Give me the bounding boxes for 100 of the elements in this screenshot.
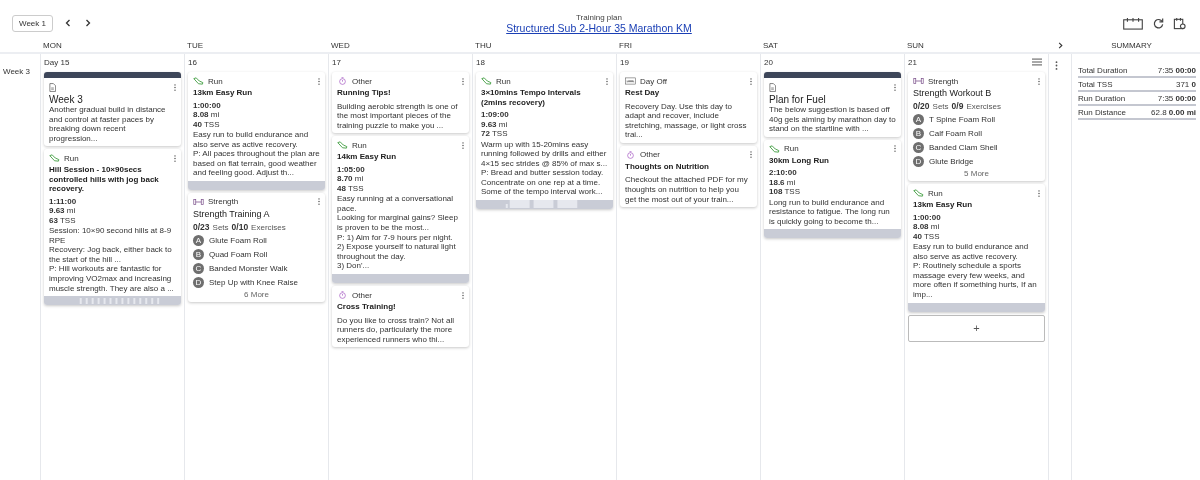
exercise-name: Glute Bridge <box>929 157 974 166</box>
chevron-right-icon[interactable] <box>1056 40 1065 50</box>
workout-type: Other <box>640 150 660 160</box>
workout-title: Cross Training! <box>337 302 397 312</box>
workout-description: 3) Don'... <box>337 261 371 272</box>
note-card[interactable]: Week 3 Another gradual build in distance and control at faster paces by breaking down recent progression... <box>44 72 181 146</box>
day-date: 19 <box>620 57 629 67</box>
distance-value: 9.63 <box>481 119 497 129</box>
summary-label: Total TSS <box>1078 80 1113 89</box>
shoe-icon <box>481 77 492 85</box>
workout-card[interactable]: Strength Strength Training A 0/23 Sets 0/10 Exercises A Glute Foam Roll B Quad Foam Roll C Banded Monster Walk D Step Up with Knee Raise 6 More <box>188 192 325 302</box>
workout-description: Easy running at a conversational pace. <box>337 194 455 214</box>
note-card[interactable]: Plan for Fuel The below suggestion is based off 40g gels aiming by marathon day to stand on the startline with ... <box>764 72 901 137</box>
workout-title: Strength Training A <box>193 208 271 219</box>
add-workout-button[interactable]: + <box>908 314 1045 342</box>
workout-card[interactable] <box>476 72 613 210</box>
workout-description: Easy run to build endurance and also serve as active recovery. <box>913 242 1030 262</box>
exercise-letter: C <box>193 262 204 274</box>
workout-description: Checkout the attached PDF for my thoughts on nutrition to help you get the most out of your train... <box>625 175 749 205</box>
workout-title: 30km Long Run <box>769 155 830 165</box>
workout-type: Run <box>352 140 367 150</box>
sets-count: 0/20 <box>913 101 930 111</box>
day-date: Day 15 <box>44 57 70 67</box>
day-heading: THU <box>474 40 493 50</box>
summary-heading: SUMMARY <box>1110 40 1153 50</box>
summary-label: Run Duration <box>1078 94 1126 103</box>
workout-description: P: Hill workouts are fantastic for improving VO2max and increasing muscle strength. They are also a ... <box>49 264 175 294</box>
workout-card[interactable] <box>44 149 181 306</box>
exercise-name: Step Up with Knee Raise <box>209 277 298 287</box>
summary-label: Total Duration <box>1078 66 1128 75</box>
tss-unit: TSS <box>348 183 364 193</box>
shoe-icon <box>337 141 348 150</box>
chevron-left-icon[interactable] <box>63 18 73 28</box>
workout-description: Recovery: Jog back, either back to the start of the hill ... <box>49 245 173 265</box>
exercises-label: Exercises <box>966 102 1002 111</box>
day-date: 16 <box>188 57 197 67</box>
exercise-letter: C <box>913 142 924 153</box>
dumbbell-icon <box>193 197 204 206</box>
workout-description: Warm up with 15-20mins easy running followed by drills and either 4×15 sec strides @ 85% of max s... <box>481 139 608 169</box>
note-text: Another gradual build in distance and control at faster paces by breaking down recent progression... <box>49 105 167 143</box>
tss-value: 72 <box>481 129 490 138</box>
shoe-icon <box>769 144 780 153</box>
exercise-letter: A <box>193 234 204 246</box>
note-title: Plan for Fuel <box>769 94 827 105</box>
distance-value: 8.08 <box>913 222 929 231</box>
duration: 1:05:00 <box>337 164 366 175</box>
workout-card[interactable]: Other Cross Training! Do you like to cross train? Not all runners do, particularly the more experienced runners who thi... <box>332 286 469 348</box>
document-icon <box>769 82 776 92</box>
day-heading: WED <box>330 40 351 50</box>
workout-type: Strength <box>928 76 959 86</box>
plan-title-link[interactable]: Structured Sub 2-Hour 35 Marathon KM <box>506 21 692 34</box>
exercise-name: Banded Clam Shell <box>929 143 998 152</box>
distance-value: 8.08 <box>193 110 209 119</box>
workout-type: Run <box>784 144 799 153</box>
workout-card[interactable]: Day Off Rest Day Recovery Day. Use this day to adapt and recover, include stretching, massage, or light cross trai... <box>620 72 757 143</box>
tss-unit: TSS <box>492 129 508 138</box>
distance-value: 9.63 <box>49 206 65 215</box>
workout-card[interactable]: Strength Strength Workout B 0/20 Sets 0/9 Exercises A T Spine Foam Roll B Calf Foam Roll C Banded Clam Shell D Glute Bridge 5 More <box>908 72 1045 181</box>
duration: 1:11:00 <box>49 196 78 206</box>
tss-value: 63 <box>49 215 58 225</box>
workout-title: Running Tips! <box>337 88 392 98</box>
workout-title: Thoughts on Nutrition <box>625 161 710 172</box>
workout-description: Recovery Day. Use this day to adapt and recover, include stretching, massage, or light cross trai... <box>625 101 748 140</box>
exercises-count: 0/9 <box>951 101 964 111</box>
workout-card[interactable] <box>188 72 325 190</box>
tss-value: 48 <box>337 183 346 193</box>
dumbbell-icon <box>913 77 924 85</box>
workout-card[interactable]: Other Running Tips! Building aerobic strength is one of the most important pieces of the training puzzle to make you ... <box>332 72 469 134</box>
calendar-week-icon[interactable] <box>1122 16 1144 30</box>
week-button[interactable]: Week 1 <box>12 14 53 32</box>
workout-card[interactable]: Run 30km Long Run 2:10:00 18.6 mi 108 TSS Long run to build endurance and resistance to fatigue. The long run is quickly going to become th... <box>764 139 901 239</box>
workout-description: P: Routinely schedule a sports massage every few weeks, and more often if something hurts, If an imp... <box>913 261 1038 300</box>
distance-value: 8.70 <box>337 174 353 184</box>
workout-card[interactable]: Other Thoughts on Nutrition Checkout the attached PDF for my thoughts on nutrition to help you get the most out of your train... <box>620 145 757 208</box>
more-link[interactable]: 5 More <box>964 169 989 178</box>
exercises-count: 0/10 <box>231 221 249 232</box>
workout-title: 13km Easy Run <box>913 200 974 210</box>
workout-card[interactable] <box>332 136 469 284</box>
menu-icon[interactable] <box>1032 58 1042 66</box>
refresh-icon[interactable] <box>1152 16 1165 30</box>
bed-icon <box>625 77 636 85</box>
exercise-name: Calf Foam Roll <box>929 129 982 138</box>
sets-label: Sets <box>932 102 949 111</box>
exercise-name: T Spine Foam Roll <box>929 115 996 124</box>
more-link[interactable]: 6 More <box>244 289 269 299</box>
tss-unit: TSS <box>924 231 940 241</box>
workout-title: 14km Easy Run <box>337 152 398 162</box>
workout-type: Other <box>352 76 372 86</box>
chevron-right-icon[interactable] <box>83 18 93 28</box>
shoe-icon <box>913 189 924 197</box>
day-heading: TUE <box>186 40 204 50</box>
distance-value: 18.6 <box>769 177 785 187</box>
distance-unit: mi <box>930 222 940 231</box>
workout-card[interactable] <box>908 184 1045 312</box>
exercise-letter: B <box>913 128 924 139</box>
workout-title: 3×10mins Tempo Intervals (2mins recovery) <box>481 88 582 107</box>
sets-label: Sets <box>212 222 229 232</box>
workout-description: Looking for marginal gains? Sleep is proven to be the most... <box>337 213 459 233</box>
more-options-icon[interactable] <box>1054 61 1058 70</box>
calendar-settings-icon[interactable] <box>1173 16 1186 30</box>
